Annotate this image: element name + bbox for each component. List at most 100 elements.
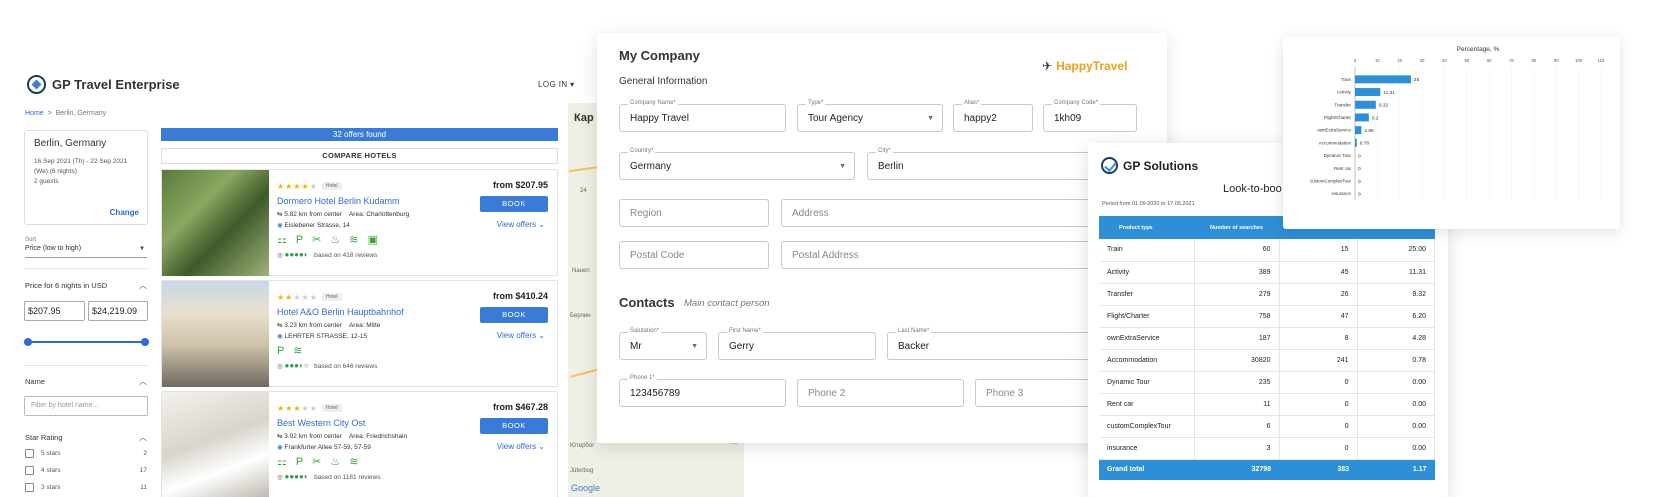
hotel-photo[interactable] — [162, 392, 269, 497]
hotel-card[interactable]: ★★★★★ Hotel Best Western City Ost ⇆ 3.92 … — [161, 391, 558, 497]
x-tick-label: 10 — [1375, 58, 1380, 63]
company-code-field[interactable]: Company Code* 1kh09 — [1043, 100, 1137, 132]
hotel-photo[interactable] — [162, 170, 269, 276]
x-tick-label: 60 — [1487, 58, 1492, 63]
checkbox[interactable] — [25, 466, 34, 475]
bar — [1355, 138, 1357, 147]
report-title: Look-to-boo — [1223, 183, 1282, 195]
x-tick-label: 80 — [1532, 58, 1537, 63]
table-cell: 0.00 — [1357, 415, 1435, 438]
field-placeholder: Phone 2 — [808, 388, 846, 399]
table-cell: Flight/Charter — [1099, 305, 1195, 328]
hotel-address-row: ◉ LEHRTER STRASSE, 12-15 — [277, 331, 457, 342]
table-cell: 758 — [1194, 305, 1280, 328]
bar — [1355, 100, 1376, 109]
x-tick-label: 40 — [1442, 58, 1447, 63]
book-button[interactable]: BOOK — [480, 418, 548, 434]
field-label: Type* — [806, 100, 826, 106]
star-option[interactable]: 3 stars 11 — [25, 483, 147, 492]
review-row: ◎ ●●●◐○ based on 646 reviews — [277, 361, 457, 370]
amenity-icons: P ≋ — [277, 345, 306, 357]
table-row: Flight/Charter 758 47 6.20 — [1099, 305, 1435, 328]
star-option[interactable]: 4 stars 17 — [25, 466, 147, 475]
last-name-field[interactable]: Last Name* Backer — [887, 328, 1097, 360]
region-field[interactable]: Region — [619, 199, 769, 227]
chevron-up-icon: ︿ — [139, 377, 147, 386]
amenity-icons: ⚏ P ✂ ♨ ≋ — [277, 456, 362, 468]
address-field[interactable]: Address — [781, 199, 1091, 227]
hotel-name-filter-input[interactable]: Filter by hotel name... — [24, 396, 148, 416]
checkbox[interactable] — [25, 483, 34, 492]
compare-hotels-button[interactable]: COMPARE HOTELS — [161, 148, 558, 164]
alias-field[interactable]: Alias* happy2 — [953, 100, 1033, 132]
phone3-field[interactable]: Phone 3 — [975, 379, 1097, 407]
phone2-field[interactable]: Phone 2 — [797, 379, 964, 407]
country-select[interactable]: Country* Germany ▼ — [619, 148, 855, 180]
star-filter-header[interactable]: Star Rating ︿ — [25, 433, 147, 442]
postal-address-field[interactable]: Postal Address — [781, 241, 1091, 269]
category-label: Accommodation — [1319, 140, 1352, 145]
sort-select[interactable]: Price (low to high) ▼ — [25, 245, 147, 258]
view-offers-link[interactable]: View offers ⌄ — [497, 220, 545, 229]
field-value: Tour Agency — [808, 113, 864, 124]
hotel-info: ★★★★★ Hotel Hotel A&O Berlin Hauptbahnhof… — [277, 287, 457, 370]
postal-code-field[interactable]: Postal Code — [619, 241, 769, 269]
salutation-select[interactable]: Salutation* Mr ▼ — [619, 328, 707, 360]
table-cell: 389 — [1194, 261, 1280, 284]
checkbox[interactable] — [25, 449, 34, 458]
change-search-link[interactable]: Change — [110, 208, 139, 217]
location-pin-icon: ◉ — [277, 333, 283, 340]
hotel-distance-row: ⇆ 5.82 km from center Area: Charlottenbu… — [277, 209, 457, 220]
walk-icon: ⇆ — [277, 433, 283, 440]
hotel-name-link[interactable]: Dormero Hotel Berlin Kudamm — [277, 196, 457, 206]
breadcrumb-current: Berlin, Germany — [55, 110, 107, 117]
phone1-field[interactable]: Phone 1* 123456789 — [619, 375, 786, 407]
hotel-card[interactable]: ★★★★★ Hotel Dormero Hotel Berlin Kudamm ⇆… — [161, 169, 558, 276]
value-label: 0 — [1358, 179, 1361, 185]
breadcrumb-home[interactable]: Home — [25, 110, 44, 117]
hotel-stars: ★★★★★ Hotel — [277, 176, 457, 194]
happytravel-logo: ✈ HappyTravel — [1042, 59, 1127, 73]
price-slider-min-handle[interactable] — [24, 338, 32, 346]
view-offers-link[interactable]: View offers ⌄ — [497, 442, 545, 451]
hotel-name-link[interactable]: Best Western City Ost — [277, 418, 457, 428]
hotel-card[interactable]: ★★★★★ Hotel Hotel A&O Berlin Hauptbahnhof… — [161, 280, 558, 387]
brand[interactable]: GP Travel Enterprise — [27, 75, 180, 94]
type-select[interactable]: Type* Tour Agency ▼ — [797, 100, 943, 132]
name-filter-header[interactable]: Name ︿ — [25, 377, 147, 386]
city-field[interactable]: City* Berlin — [867, 148, 1097, 180]
hotel-stars: ★★★★★ Hotel — [277, 398, 457, 416]
plane-icon: ✈ — [1042, 59, 1053, 73]
price-filter-header[interactable]: Price for 6 nights in USD ︿ — [25, 281, 147, 290]
hotel-photo[interactable] — [162, 281, 269, 387]
field-value: Happy Travel — [630, 113, 689, 124]
hotel-info: ★★★★★ Hotel Best Western City Ost ⇆ 3.92 … — [277, 398, 457, 481]
company-name-field[interactable]: Company Name* Happy Travel — [619, 100, 786, 132]
book-button[interactable]: BOOK — [480, 307, 548, 323]
hotel-distance: 3.92 km from center — [284, 433, 343, 440]
price-min-input[interactable]: $207.95 — [24, 301, 85, 321]
walk-icon: ⇆ — [277, 211, 283, 218]
login-menu[interactable]: LOG IN ▾ — [538, 80, 575, 89]
star-option[interactable]: 5 stars 2 — [25, 449, 147, 458]
view-offers-link[interactable]: View offers ⌄ — [497, 331, 545, 340]
price-slider-max-handle[interactable] — [141, 338, 149, 346]
x-tick-label: 20 — [1397, 58, 1402, 63]
x-tick-label: 0 — [1354, 58, 1357, 63]
percentage-chart-panel: Percentage, % 0 10 20 30 40 50 60 70 80 90 100 110 Tr… — [1283, 37, 1620, 229]
map-tab[interactable]: Кар — [574, 112, 594, 124]
hotel-address: Eislebener Strasse, 14 — [284, 222, 350, 229]
book-button[interactable]: BOOK — [480, 196, 548, 212]
first-name-field[interactable]: First Name* Gerry — [718, 328, 876, 360]
price-max-input[interactable]: $24,219.09 — [88, 301, 148, 321]
value-label: 0 — [1358, 166, 1361, 172]
field-value: happy2 — [964, 113, 997, 124]
hotel-name-link[interactable]: Hotel A&O Berlin Hauptbahnhof — [277, 307, 457, 317]
report-table: Product type Number of searches Train 60 1… — [1099, 216, 1435, 480]
field-placeholder: Postal Code — [630, 250, 685, 261]
hotel-type-badge: Hotel — [321, 182, 342, 190]
table-cell: 6 — [1194, 415, 1280, 438]
star-option-count: 11 — [140, 484, 147, 491]
hotel-price: from $467.28 — [492, 402, 548, 412]
bar — [1355, 75, 1411, 84]
